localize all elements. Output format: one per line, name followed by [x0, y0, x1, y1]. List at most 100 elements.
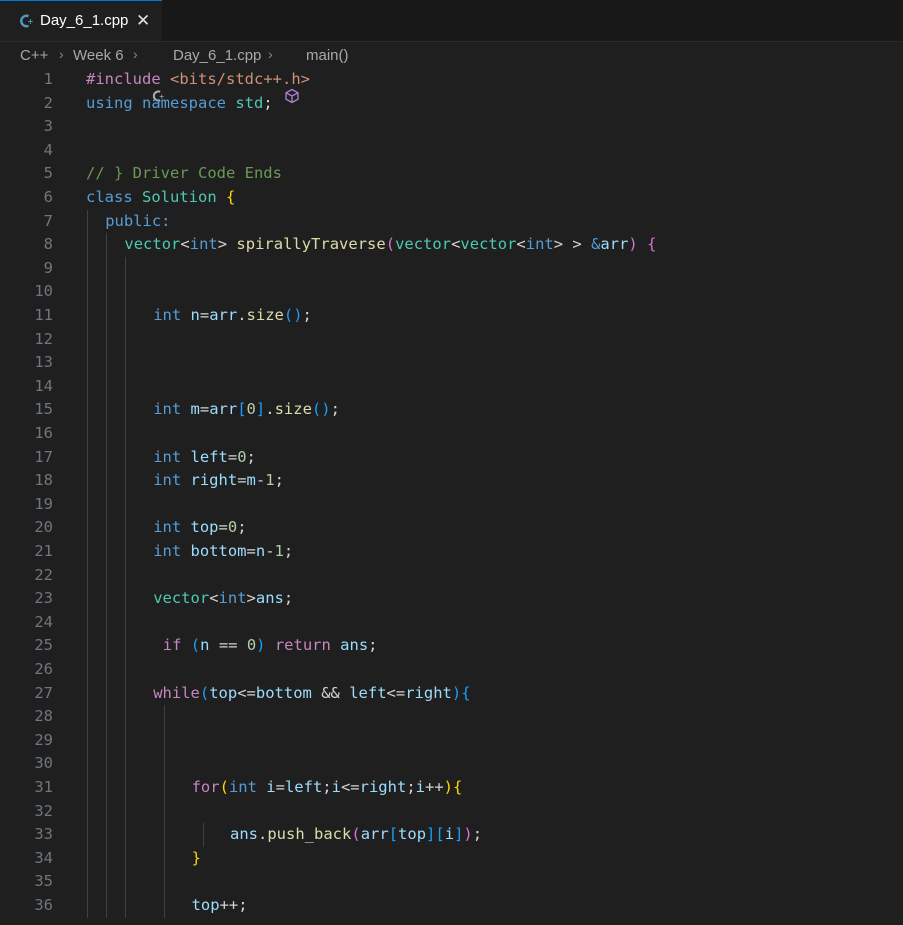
- code-line[interactable]: 34}: [0, 847, 903, 871]
- breadcrumb-item-symbol[interactable]: main(): [306, 47, 349, 64]
- code-line[interactable]: 17 int left=0;: [0, 446, 903, 470]
- breadcrumb-item-week-6[interactable]: Week 6: [73, 47, 124, 64]
- code-line[interactable]: 4: [0, 139, 903, 163]
- code-line[interactable]: 8 vector<int> spirallyTraverse(vector<vec…: [0, 233, 903, 257]
- line-number: 24: [34, 612, 53, 631]
- code-token: (: [385, 235, 396, 254]
- code-text: // } Driver Code Ends: [86, 162, 282, 186]
- code-line[interactable]: 35: [0, 870, 903, 894]
- breadcrumb-item-file[interactable]: Day_6_1.cpp: [173, 47, 261, 64]
- line-number: 12: [34, 329, 53, 348]
- close-icon[interactable]: ✕: [136, 11, 150, 31]
- code-line[interactable]: 25 if (n == 0) return ans;: [0, 634, 903, 658]
- code-line[interactable]: 24: [0, 611, 903, 635]
- code-token: n: [255, 542, 266, 560]
- code-line[interactable]: 6 class Solution {: [0, 186, 903, 210]
- code-token: m: [190, 400, 200, 419]
- code-token: arr: [209, 400, 238, 419]
- code-text: int m=arr[0].size();: [153, 398, 340, 422]
- code-line[interactable]: 36 top++;: [0, 894, 903, 918]
- code-token: ++: [219, 896, 239, 914]
- code-line[interactable]: 23 vector<int>ans;: [0, 587, 903, 611]
- code-token: std: [235, 93, 264, 112]
- code-token: <=: [237, 683, 256, 702]
- code-line[interactable]: 11 int n=arr.size();: [0, 304, 903, 328]
- line-number: 14: [34, 376, 53, 395]
- code-line[interactable]: 3: [0, 115, 903, 139]
- code-line[interactable]: 28: [0, 705, 903, 729]
- code-line[interactable]: 33 ans.push_back(arr[top][i]);: [0, 823, 903, 847]
- code-line[interactable]: 14: [0, 375, 903, 399]
- code-line[interactable]: 16: [0, 422, 903, 446]
- cpp-file-icon: +: [20, 14, 33, 28]
- code-line[interactable]: 1 #include <bits/stdc++.h>: [0, 68, 903, 92]
- code-token: .: [258, 825, 268, 844]
- code-token: {: [226, 188, 236, 206]
- code-line[interactable]: 31 for(int i=left;i<=right;i++){: [0, 776, 903, 800]
- line-number: 28: [34, 707, 53, 726]
- code-text: top++;: [192, 894, 248, 918]
- code-token: ;: [283, 542, 294, 560]
- code-line[interactable]: 9: [0, 257, 903, 281]
- code-token: ;: [322, 778, 332, 796]
- code-token: =: [218, 518, 228, 537]
- line-number: 19: [34, 494, 53, 513]
- code-line[interactable]: 2 using namespace std;: [0, 92, 903, 116]
- code-token: .: [237, 306, 247, 324]
- code-line[interactable]: 30: [0, 752, 903, 776]
- code-token: 0: [227, 518, 238, 537]
- code-token: [: [388, 825, 399, 844]
- code-line[interactable]: 18 int right=m-1;: [0, 469, 903, 493]
- code-line[interactable]: 29: [0, 729, 903, 753]
- code-line[interactable]: 32: [0, 800, 903, 824]
- code-line[interactable]: 7 public:: [0, 210, 903, 234]
- code-token: Solution: [142, 188, 226, 206]
- code-line[interactable]: 26: [0, 658, 903, 682]
- code-line[interactable]: 19: [0, 493, 903, 517]
- code-token: i: [266, 778, 276, 796]
- code-token: <bits/stdc++.h>: [170, 70, 310, 88]
- code-line[interactable]: 20 int top=0;: [0, 516, 903, 540]
- tab-day-6-1-cpp[interactable]: + Day_6_1.cpp ✕: [0, 0, 162, 41]
- code-token: right: [190, 471, 238, 490]
- code-token: ==: [218, 636, 247, 655]
- code-token: =: [237, 471, 247, 490]
- code-text: vector<int> spirallyTraverse(vector<vect…: [124, 233, 656, 257]
- code-token: [: [237, 400, 247, 419]
- code-token: (): [311, 400, 331, 419]
- code-line[interactable]: 22: [0, 564, 903, 588]
- code-token: return: [274, 636, 341, 655]
- code-token: =: [246, 542, 256, 560]
- code-token: {: [461, 683, 471, 702]
- line-number: 21: [34, 542, 53, 560]
- code-token: int: [153, 447, 191, 466]
- code-editor[interactable]: 1 #include <bits/stdc++.h> 2 using namespac…: [0, 68, 903, 925]
- code-token: <=: [386, 683, 406, 702]
- code-token: ]: [426, 825, 436, 844]
- code-token: vector: [153, 589, 210, 608]
- code-line[interactable]: 21 int bottom=n-1;: [0, 540, 903, 564]
- code-token: class: [86, 188, 142, 206]
- code-token: <: [209, 589, 219, 608]
- code-token: ;: [274, 471, 284, 490]
- code-token: spirallyTraverse: [236, 235, 386, 254]
- code-line[interactable]: 5 // } Driver Code Ends: [0, 162, 903, 186]
- code-token: i: [331, 778, 341, 796]
- code-line[interactable]: 10: [0, 280, 903, 304]
- code-line[interactable]: 15 int m=arr[0].size();: [0, 398, 903, 422]
- code-token: 1: [265, 471, 275, 490]
- code-line[interactable]: 27 while(top<=bottom && left<=right){: [0, 682, 903, 706]
- line-number: 20: [34, 518, 53, 537]
- code-token: ans: [230, 825, 258, 844]
- code-token: >: [246, 589, 256, 608]
- code-token: ): [628, 235, 638, 254]
- code-token: (: [351, 825, 361, 844]
- code-line[interactable]: 13: [0, 351, 903, 375]
- breadcrumb-item-cpp[interactable]: C++: [20, 47, 48, 64]
- code-token: left: [284, 778, 323, 796]
- code-token: public:: [105, 211, 171, 230]
- breadcrumb: C++ › Week 6 › + Day_6_1.cpp › main(): [0, 42, 903, 104]
- code-line[interactable]: 12: [0, 328, 903, 352]
- chevron-right-icon: ›: [268, 46, 273, 62]
